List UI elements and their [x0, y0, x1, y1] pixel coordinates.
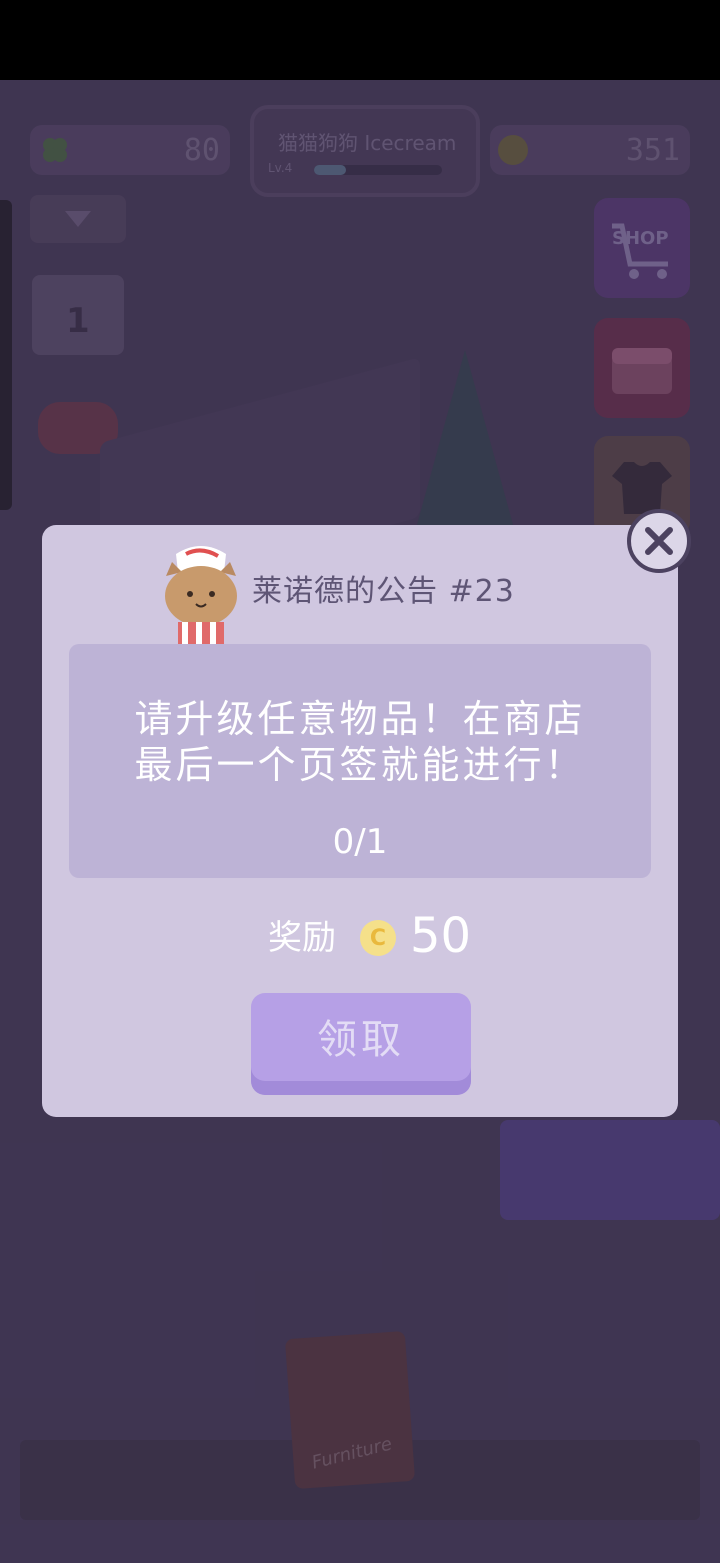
task-progress: 0/1 — [332, 822, 388, 862]
reward-value: 50 — [410, 908, 472, 964]
status-bar — [0, 0, 720, 80]
task-message-line2: 最后一个页签就能进行！ — [134, 743, 586, 787]
task-content-box: 请升级任意物品！在商店 最后一个页签就能进行！ 0/1 — [69, 644, 651, 878]
close-icon — [645, 527, 673, 555]
task-message-line1: 请升级任意物品！在商店 — [134, 697, 586, 741]
close-button[interactable] — [627, 509, 691, 573]
claim-button[interactable]: 领取 — [251, 993, 471, 1095]
reward-label: 奖励 — [268, 918, 336, 958]
coin-symbol: C — [369, 925, 387, 951]
coin-icon: C — [360, 920, 396, 956]
claim-button-label: 领取 — [317, 1017, 405, 1063]
dialog-title: 莱诺德的公告 #23 — [252, 574, 515, 609]
task-message: 请升级任意物品！在商店 最后一个页签就能进行！ — [69, 696, 651, 788]
cat-chef-icon — [165, 546, 237, 646]
